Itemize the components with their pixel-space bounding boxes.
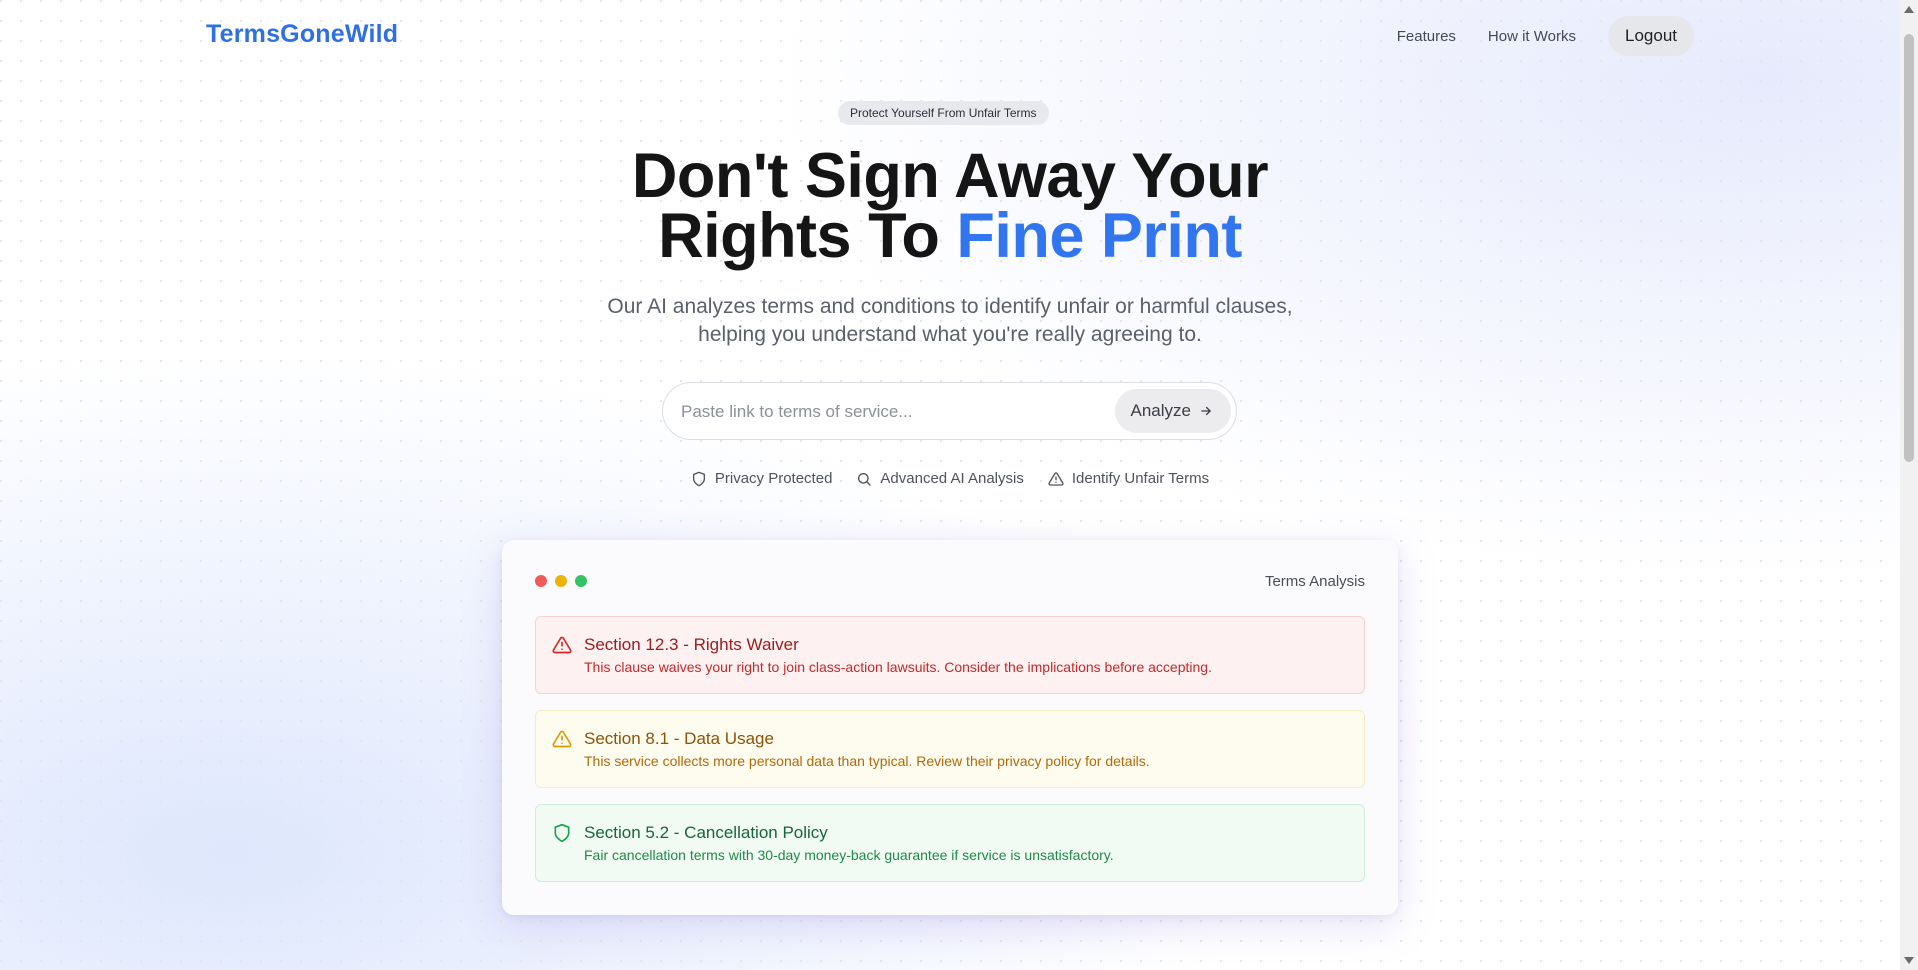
subhead-line-2: helping you understand what you're reall… xyxy=(698,323,1202,346)
window-dot-red xyxy=(535,575,547,587)
url-search-box: Analyze xyxy=(662,382,1237,440)
clause-description: Fair cancellation terms with 30-day mone… xyxy=(584,847,1114,863)
shield-icon xyxy=(692,471,705,486)
clause-rights-waiver[interactable]: Section 12.3 - Rights Waiver This clause… xyxy=(535,616,1365,694)
terms-analysis-card: Terms Analysis Section 12.3 - Rights Wai… xyxy=(502,540,1398,915)
subhead-line-1: Our AI analyzes terms and conditions to … xyxy=(607,295,1293,318)
feature-unfair-terms: Identify Unfair Terms xyxy=(1048,470,1209,487)
clause-title: Section 8.1 - Data Usage xyxy=(584,729,774,748)
nav-link-features[interactable]: Features xyxy=(1397,28,1456,45)
hero-badge: Protect Yourself From Unfair Terms xyxy=(838,101,1049,125)
logo[interactable]: TermsGoneWild xyxy=(206,20,398,49)
analyze-button-label: Analyze xyxy=(1130,401,1191,420)
warning-triangle-icon xyxy=(1048,471,1064,486)
terms-url-input[interactable] xyxy=(681,397,1101,427)
hero-subhead: Our AI analyzes terms and conditions to … xyxy=(0,293,1900,349)
clause-title: Section 5.2 - Cancellation Policy xyxy=(584,823,828,842)
shield-icon xyxy=(554,823,570,843)
logout-button[interactable]: Logout xyxy=(1608,16,1694,56)
warning-triangle-icon xyxy=(552,730,572,748)
scrollbar-thumb[interactable] xyxy=(1904,34,1914,462)
page-scrollbar[interactable] xyxy=(1900,0,1918,970)
clause-cancellation-policy[interactable]: Section 5.2 - Cancellation Policy Fair c… xyxy=(535,804,1365,882)
top-nav: TermsGoneWild Features How it Works Logo… xyxy=(0,0,1900,72)
scroll-up-arrow-icon[interactable] xyxy=(1904,6,1914,13)
nav-links: Features How it Works Logout xyxy=(1397,16,1694,56)
headline-line-2-prefix: Rights To xyxy=(658,201,957,271)
feature-label: Advanced AI Analysis xyxy=(880,470,1024,487)
feature-privacy: Privacy Protected xyxy=(691,470,833,487)
window-dot-green xyxy=(575,575,587,587)
window-controls xyxy=(535,575,587,587)
arrow-right-icon xyxy=(1201,406,1211,416)
nav-link-how-it-works[interactable]: How it Works xyxy=(1488,28,1576,45)
feature-list: Privacy Protected Advanced AI Analysis I… xyxy=(0,470,1900,487)
warning-triangle-icon xyxy=(552,636,572,654)
window-dot-yellow xyxy=(555,575,567,587)
landing-page: TermsGoneWild Features How it Works Logo… xyxy=(0,0,1900,970)
feature-ai-analysis: Advanced AI Analysis xyxy=(856,470,1024,487)
card-title: Terms Analysis xyxy=(1264,573,1365,590)
clause-description: This clause waives your right to join cl… xyxy=(584,659,1212,675)
clause-data-usage[interactable]: Section 8.1 - Data Usage This service co… xyxy=(535,710,1365,788)
feature-label: Identify Unfair Terms xyxy=(1071,470,1210,487)
headline-accent: Fine Print xyxy=(956,201,1242,271)
analyze-button[interactable]: Analyze xyxy=(1114,389,1231,433)
scroll-down-arrow-icon[interactable] xyxy=(1904,957,1914,964)
hero-headline: Don't Sign Away Your Rights To Fine Prin… xyxy=(0,145,1900,268)
search-icon xyxy=(858,472,872,486)
clause-description: This service collects more personal data… xyxy=(584,753,1150,769)
feature-label: Privacy Protected xyxy=(714,470,833,487)
clause-title: Section 12.3 - Rights Waiver xyxy=(584,635,799,654)
